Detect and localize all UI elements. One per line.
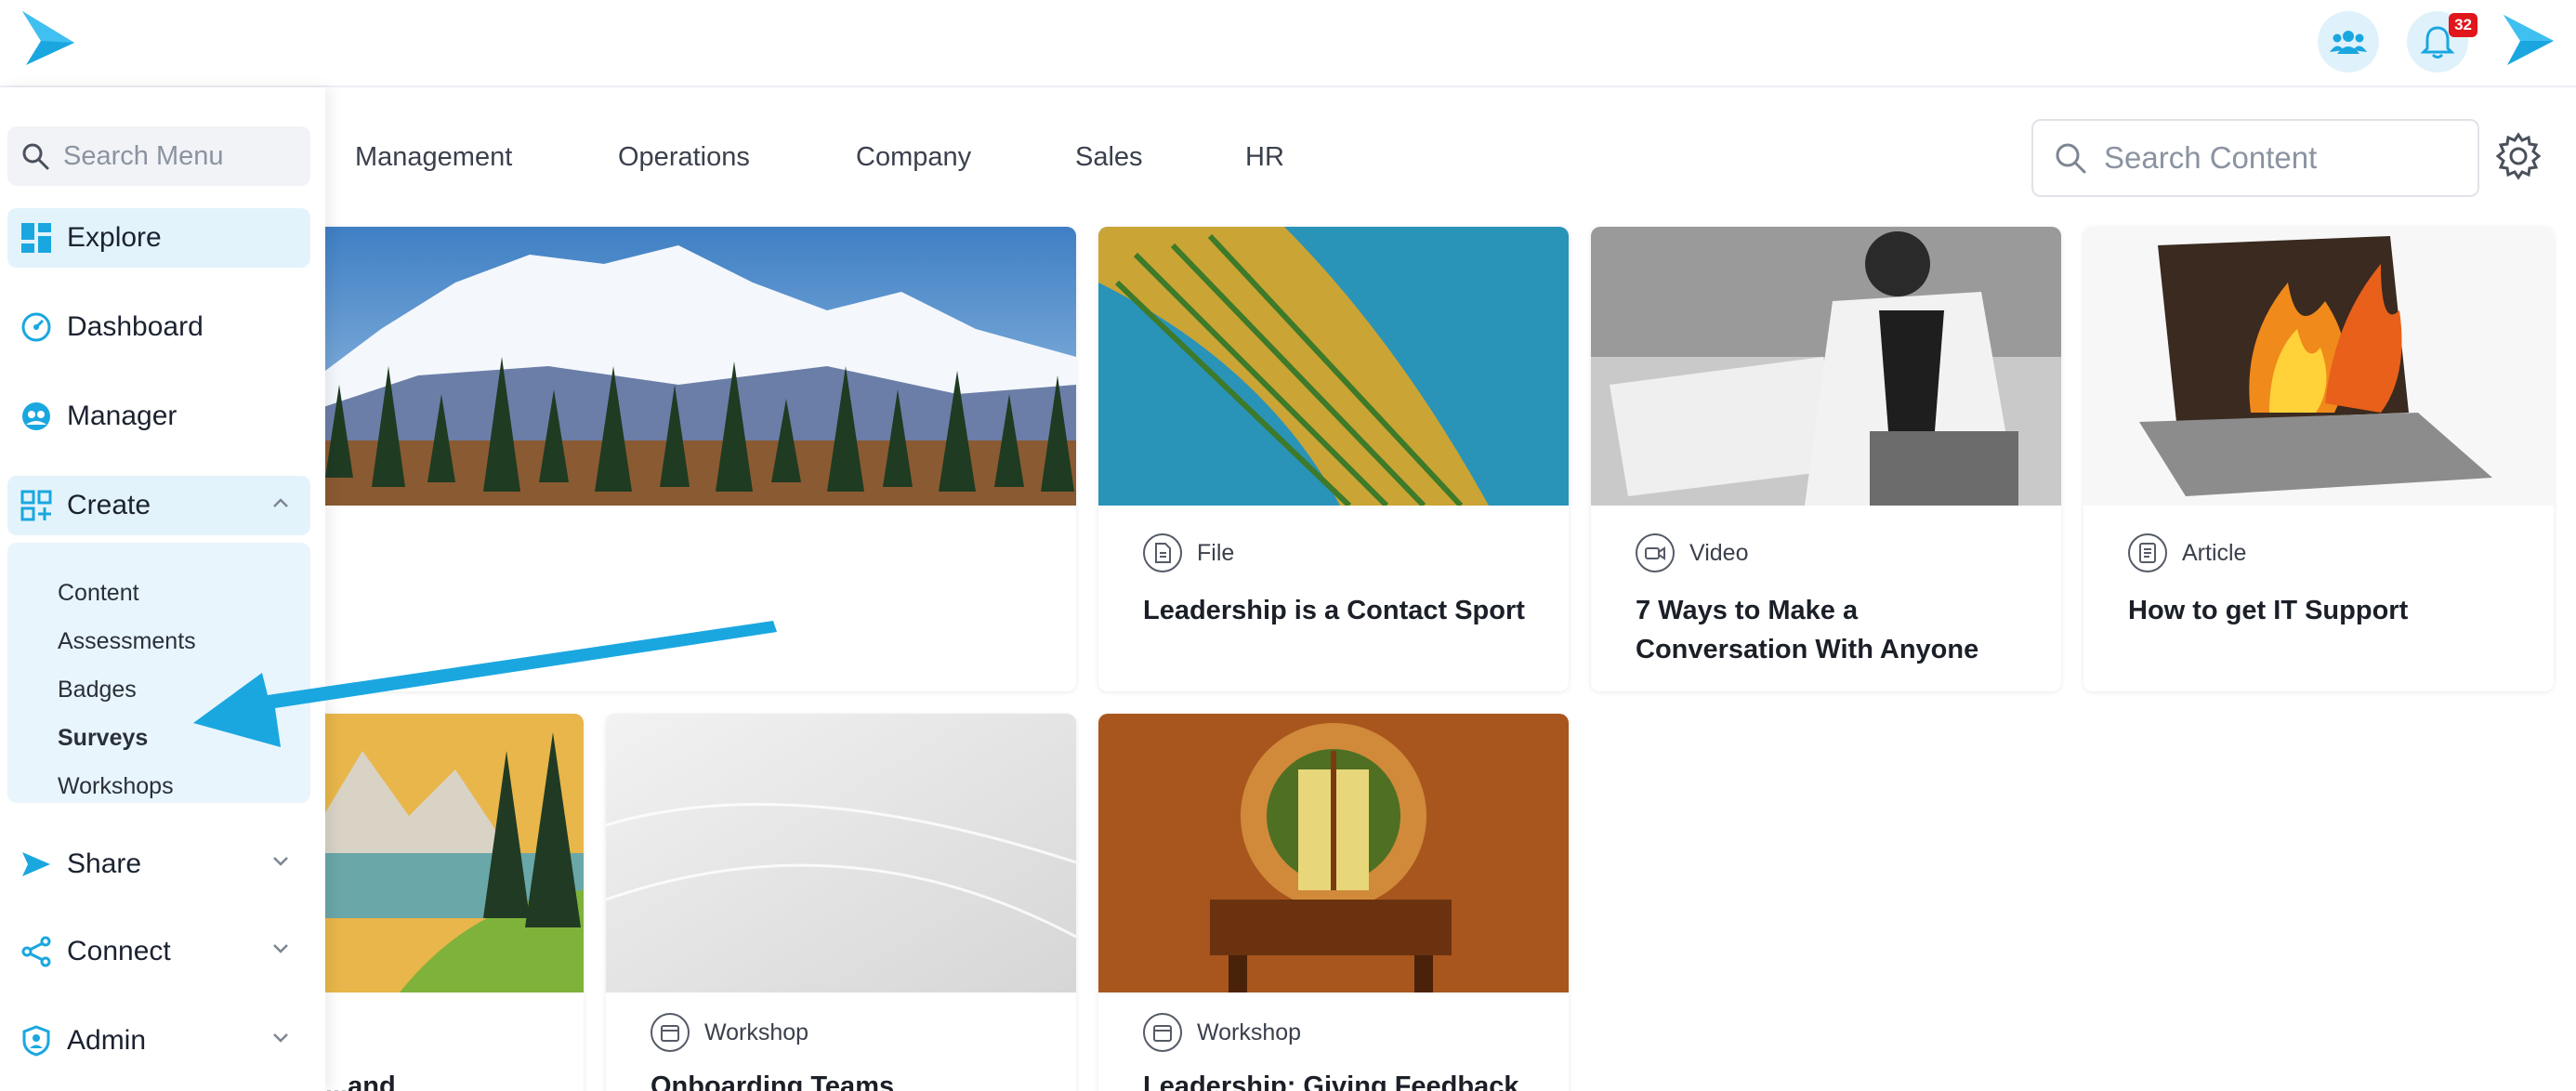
search-icon (22, 143, 49, 170)
content-search-input[interactable] (2104, 140, 2457, 176)
manager-people-icon (19, 399, 54, 434)
content-type-label: Workshop (1143, 1013, 1301, 1052)
card-title[interactable]: Leadership is a Contact Sport (1143, 591, 1533, 630)
card-title[interactable]: 7 Ways to Make a Conversation With Anyon… (1636, 591, 2026, 669)
side-menu: Explore Dashboard Manager Create Content… (0, 87, 325, 1091)
submenu-item-workshops[interactable]: Workshops (58, 773, 174, 800)
sidebar-item-create[interactable]: Create (7, 476, 310, 535)
mountain-landscape-image (307, 227, 1076, 506)
content-search-box (2031, 119, 2479, 197)
brand-mark-icon[interactable] (2500, 11, 2557, 69)
calendar-icon (1143, 1013, 1182, 1052)
content-card[interactable]: Article How to get IT Support (2083, 227, 2554, 691)
content-card[interactable]: Workshop Onboarding Teams (606, 714, 1076, 1091)
notifications-button[interactable]: 32 (2407, 11, 2477, 72)
top-header: 32 (0, 0, 2576, 87)
submenu-item-assessments[interactable]: Assessments (58, 628, 196, 655)
sidebar-item-label: Share (67, 848, 142, 879)
dashboard-gauge-icon (19, 309, 54, 345)
content-type-label: Video (1636, 533, 1749, 572)
chevron-down-icon (273, 857, 288, 866)
submenu-item-content[interactable]: Content (58, 580, 139, 607)
hobbit-room-image (1098, 714, 1569, 992)
content-card-featured[interactable] (307, 227, 1076, 691)
content-type-text: Workshop (1197, 1019, 1302, 1045)
painted-lake-image (307, 714, 584, 992)
content-type-label: Workshop (651, 1013, 808, 1052)
search-icon (2056, 143, 2086, 174)
card-title[interactable]: How to get IT Support (2128, 591, 2518, 630)
placeholder-wave-image (606, 714, 1076, 992)
calendar-icon (651, 1013, 690, 1052)
menu-search-box (7, 126, 310, 186)
sidebar-item-label: Manager (67, 401, 177, 431)
card-title[interactable]: ...and (325, 1067, 567, 1091)
share-paper-plane-icon (19, 847, 54, 882)
users-icon (2330, 31, 2367, 54)
article-icon (2128, 533, 2167, 572)
content-card[interactable]: Workshop Leadership: Giving Feedback (1098, 714, 1569, 1091)
sidebar-item-explore[interactable]: Explore (7, 208, 310, 268)
create-submenu: Content Assessments Badges Surveys Works… (7, 543, 310, 803)
card-title[interactable]: Leadership: Giving Feedback (1143, 1067, 1533, 1091)
tab-hr[interactable]: HR (1245, 142, 1284, 173)
content-card[interactable]: ...and (307, 714, 584, 1091)
content-type-text: Video (1689, 539, 1749, 566)
chevron-down-icon (273, 944, 288, 953)
content-type-text: Article (2182, 539, 2247, 566)
brand-logo-icon[interactable] (17, 7, 78, 69)
video-camera-icon (1636, 533, 1675, 572)
sidebar-item-label: Create (67, 490, 151, 520)
sidebar-item-label: Admin (67, 1025, 147, 1056)
content-type-text: Workshop (704, 1019, 809, 1045)
palm-leaf-image (1098, 227, 1569, 506)
create-grid-plus-icon (19, 488, 54, 523)
content-type-label: File (1143, 533, 1234, 572)
menu-search-input[interactable] (63, 140, 296, 172)
sidebar-item-label: Dashboard (67, 311, 204, 342)
submenu-item-surveys[interactable]: Surveys (58, 725, 148, 752)
content-type-label: Article (2128, 533, 2246, 572)
sidebar-item-dashboard[interactable]: Dashboard (7, 297, 310, 357)
sidebar-item-manager[interactable]: Manager (7, 387, 310, 446)
sidebar-item-connect[interactable]: Connect (7, 922, 310, 981)
team-button[interactable] (2318, 11, 2379, 72)
submenu-item-badges[interactable]: Badges (58, 677, 137, 703)
woman-writing-image (1591, 227, 2061, 506)
sidebar-item-share[interactable]: Share (7, 835, 310, 894)
chevron-up-icon (273, 498, 288, 507)
admin-shield-icon (19, 1023, 54, 1058)
sidebar-item-label: Explore (67, 222, 162, 253)
settings-gear-icon[interactable] (2494, 132, 2543, 180)
card-title[interactable]: Onboarding Teams (651, 1067, 1041, 1091)
sidebar-item-label: Connect (67, 936, 171, 966)
content-type-text: File (1197, 539, 1235, 566)
sidebar-item-admin[interactable]: Admin (7, 1011, 310, 1071)
file-icon (1143, 533, 1182, 572)
tab-management[interactable]: Management (355, 142, 512, 173)
tab-operations[interactable]: Operations (618, 142, 750, 173)
burning-laptop-image (2083, 227, 2554, 506)
content-card[interactable]: File Leadership is a Contact Sport (1098, 227, 1569, 691)
content-card[interactable]: Video 7 Ways to Make a Conversation With… (1591, 227, 2061, 691)
notification-count-badge: 32 (2449, 13, 2477, 37)
connect-nodes-icon (19, 934, 54, 969)
chevron-down-icon (273, 1033, 288, 1043)
tab-company[interactable]: Company (856, 142, 971, 173)
tab-sales[interactable]: Sales (1075, 142, 1143, 173)
explore-grid-icon (19, 220, 54, 256)
